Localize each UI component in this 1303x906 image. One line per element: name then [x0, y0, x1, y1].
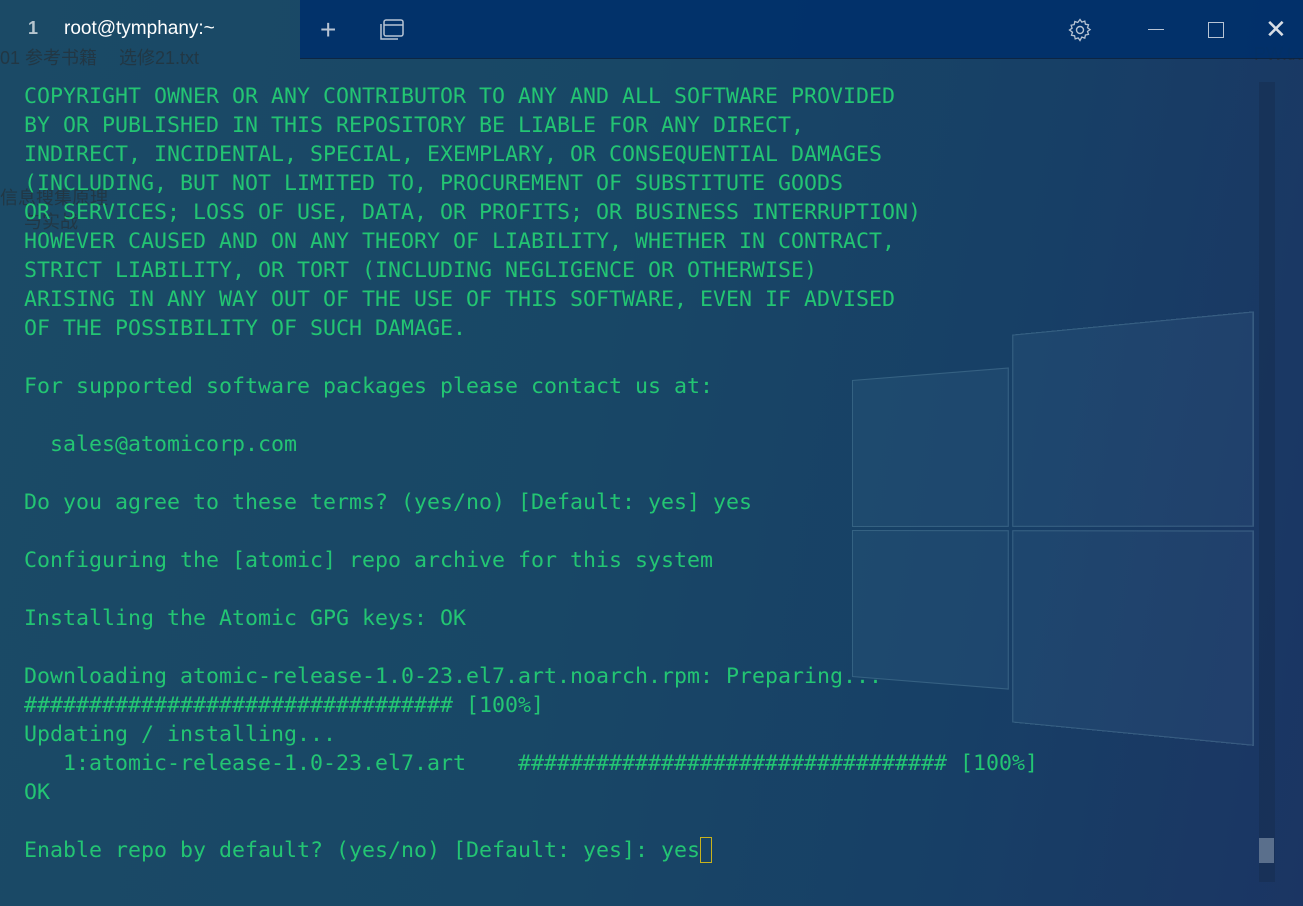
terminal-line: INDIRECT, INCIDENTAL, SPECIAL, EXEMPLARY… [24, 142, 883, 167]
terminal-line: ################################# [100%] [24, 693, 545, 718]
terminal-output[interactable]: COPYRIGHT OWNER OR ANY CONTRIBUTOR TO AN… [24, 82, 1038, 865]
terminal-line: sales@atomicorp.com [24, 432, 298, 457]
terminal-line: 1:atomic-release-1.0-23.el7.art ########… [24, 751, 1039, 776]
terminal-line: OK [24, 780, 51, 805]
terminal-line: STRICT LIABILITY, OR TORT (INCLUDING NEG… [24, 258, 818, 283]
title-bar: 1 root@tymphany:~ + ✕ [0, 0, 1303, 59]
terminal-line: Installing the Atomic GPG keys: OK [24, 606, 467, 631]
terminal-line: OF THE POSSIBILITY OF SUCH DAMAGE. [24, 316, 467, 341]
minimize-icon[interactable] [1148, 29, 1164, 30]
terminal-line: COPYRIGHT OWNER OR ANY CONTRIBUTOR TO AN… [24, 84, 896, 109]
terminal-line: ARISING IN ANY WAY OUT OF THE USE OF THI… [24, 287, 896, 312]
terminal-line: Updating / installing... [24, 722, 337, 747]
terminal-line: BY OR PUBLISHED IN THIS REPOSITORY BE LI… [24, 113, 805, 138]
terminal-line: HOWEVER CAUSED AND ON ANY THEORY OF LIAB… [24, 229, 896, 254]
duplicate-tab-icon[interactable] [380, 19, 404, 40]
new-tab-plus-icon[interactable]: + [320, 14, 336, 46]
terminal-line: Downloading atomic-release-1.0-23.el7.ar… [24, 664, 883, 689]
scrollbar-thumb[interactable] [1259, 838, 1274, 863]
prompt-line[interactable]: Enable repo by default? (yes/no) [Defaul… [24, 836, 1038, 865]
settings-gear-icon[interactable] [1068, 18, 1092, 47]
scrollbar-track[interactable] [1259, 82, 1275, 882]
terminal-line: For supported software packages please c… [24, 374, 714, 399]
tab-title: root@tymphany:~ [64, 18, 215, 39]
tab-root-tymphany[interactable]: 1 root@tymphany:~ [0, 0, 300, 58]
text-cursor [700, 837, 713, 863]
maximize-icon[interactable] [1208, 22, 1224, 38]
terminal-line: OR SERVICES; LOSS OF USE, DATA, OR PROFI… [24, 200, 922, 225]
terminal-line: (INCLUDING, BUT NOT LIMITED TO, PROCUREM… [24, 171, 844, 196]
terminal-line: Configuring the [atomic] repo archive fo… [24, 548, 714, 573]
terminal-line: Do you agree to these terms? (yes/no) [D… [24, 490, 753, 515]
tab-number: 1 [28, 18, 39, 38]
close-icon[interactable]: ✕ [1265, 14, 1287, 45]
prompt-text: Enable repo by default? (yes/no) [Defaul… [24, 838, 701, 863]
